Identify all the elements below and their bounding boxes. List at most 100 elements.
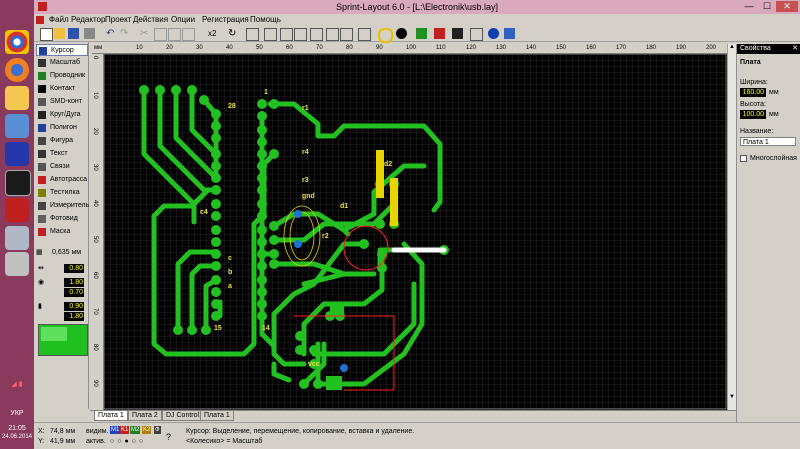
- gerber-icon[interactable]: [452, 28, 463, 39]
- minimize-button[interactable]: —: [740, 1, 758, 12]
- info-icon[interactable]: [488, 28, 499, 39]
- layer-color-preview[interactable]: [38, 324, 88, 356]
- tool-12[interactable]: Тестилка: [36, 187, 88, 199]
- layer-f[interactable]: Ф: [154, 426, 161, 434]
- chrome-icon[interactable]: [5, 30, 29, 54]
- pcb-canvas[interactable]: 28 1 15 14 c4 c b a d1 d2 gnd vcc r1 r2 …: [104, 54, 727, 410]
- tool-5[interactable]: SMD-конт: [36, 96, 88, 108]
- drc-icon[interactable]: [416, 28, 427, 39]
- help-icon[interactable]: ?: [166, 433, 171, 442]
- open-folder-icon[interactable]: [54, 28, 65, 39]
- folder-icon[interactable]: [5, 86, 29, 110]
- sprint-layout-icon[interactable]: [5, 198, 29, 222]
- console-icon[interactable]: [5, 170, 31, 196]
- tool-1[interactable]: Курсор: [36, 44, 88, 56]
- close-button[interactable]: ✕: [776, 1, 798, 12]
- snap-icon[interactable]: [358, 28, 371, 41]
- height-field[interactable]: 100.00: [740, 110, 766, 119]
- mask-icon: [38, 228, 46, 236]
- save-disk-icon[interactable]: [5, 142, 29, 166]
- active-layer-radios[interactable]: ○○●○○: [110, 437, 146, 446]
- scroll-up-icon[interactable]: ▲: [728, 44, 736, 52]
- tab-board-2[interactable]: Плата 2: [128, 411, 162, 421]
- pad-inner-field[interactable]: 0.70: [64, 288, 84, 297]
- tool-4[interactable]: Контакт: [36, 83, 88, 95]
- cut-icon[interactable]: ✂: [140, 28, 151, 39]
- print-icon[interactable]: [84, 28, 95, 39]
- tab-board-1[interactable]: Плата 1: [94, 411, 128, 421]
- tray-icons[interactable]: ◢ ▮: [0, 380, 34, 389]
- paste-icon[interactable]: [168, 28, 181, 41]
- tools-icon[interactable]: [5, 226, 29, 250]
- properties-title: Свойства: [737, 44, 800, 54]
- new-file-icon[interactable]: [40, 28, 53, 41]
- zoom-icon[interactable]: [378, 28, 393, 43]
- rotate-icon[interactable]: ↻: [228, 28, 239, 39]
- multilayer-checkbox[interactable]: [740, 155, 747, 162]
- tool-15[interactable]: Маска: [36, 226, 88, 238]
- tool-9[interactable]: Текст: [36, 148, 88, 160]
- group-icon[interactable]: [280, 28, 293, 41]
- align-icon[interactable]: [264, 28, 277, 41]
- undo-icon[interactable]: ↶: [106, 28, 117, 39]
- layer-k1[interactable]: K1: [120, 426, 130, 434]
- scroll-down-icon[interactable]: ▼: [728, 394, 736, 402]
- component-icon[interactable]: [310, 28, 323, 41]
- tool-8[interactable]: Фигура: [36, 135, 88, 147]
- tool-14[interactable]: Фотовид: [36, 213, 88, 225]
- title-bar[interactable]: Sprint-Layout 6.0 - [L:\Electronik\usb.l…: [34, 0, 800, 14]
- layer-m2[interactable]: M2: [130, 426, 141, 434]
- autoroute-icon[interactable]: [434, 28, 445, 39]
- language-indicator[interactable]: УКР: [0, 409, 34, 418]
- tool-2[interactable]: Масштаб: [36, 57, 88, 69]
- zoom-fit-icon[interactable]: [396, 28, 407, 39]
- track-width-field[interactable]: 0.80: [64, 264, 84, 273]
- menu-help[interactable]: Помощь: [247, 14, 284, 26]
- tool-7[interactable]: Полигон: [36, 122, 88, 134]
- layer-down-icon[interactable]: [340, 28, 353, 41]
- status-bar: X: 74,8 мм Y: 41,9 мм видим. актив. M1 K…: [34, 422, 800, 449]
- tab-board-1b[interactable]: Плата 1: [200, 411, 234, 421]
- layer-k2[interactable]: K2: [142, 426, 152, 434]
- menu-options[interactable]: Опции: [168, 14, 198, 26]
- vertical-scrollbar[interactable]: ▲ ▼: [727, 44, 736, 410]
- name-field[interactable]: Плата 1: [740, 137, 796, 146]
- tool-11[interactable]: Автотрасса: [36, 174, 88, 186]
- smd-height-field[interactable]: 1.80: [64, 312, 84, 321]
- copy-icon[interactable]: [154, 28, 167, 41]
- export-icon[interactable]: [470, 28, 483, 41]
- pad-outer-field[interactable]: 1.80: [64, 278, 84, 287]
- tool-13[interactable]: Измеритель: [36, 200, 89, 212]
- tool-3[interactable]: Проводник: [36, 70, 88, 82]
- menu-registration[interactable]: Регистрация: [199, 14, 252, 26]
- tool-6[interactable]: Круг/Дуга: [36, 109, 88, 121]
- grid-icon[interactable]: ▦: [36, 248, 43, 257]
- mirror-icon[interactable]: [246, 28, 259, 41]
- clock-time[interactable]: 21:05: [0, 424, 34, 433]
- pcb-drawing[interactable]: 28 1 15 14 c4 c b a d1 d2 gnd vcc r1 r2 …: [104, 54, 727, 410]
- properties-icon[interactable]: [504, 28, 515, 39]
- network-icon[interactable]: [5, 114, 29, 138]
- clock-date[interactable]: 24.06.2014: [0, 433, 34, 442]
- maximize-button[interactable]: ☐: [758, 1, 776, 12]
- firefox-icon[interactable]: [5, 58, 29, 82]
- tool-label: Маска: [50, 228, 71, 235]
- redo-icon[interactable]: ↷: [120, 28, 131, 39]
- save-icon[interactable]: [68, 28, 79, 39]
- close-panel-icon[interactable]: ✕: [792, 44, 798, 54]
- usb-icon[interactable]: [5, 252, 29, 276]
- document-icon[interactable]: [36, 16, 44, 24]
- pcb-label: r3: [302, 177, 309, 184]
- width-field[interactable]: 160.00: [740, 88, 766, 97]
- menu-actions[interactable]: Действия: [130, 14, 171, 26]
- track-width-icon: ⇹: [38, 265, 44, 272]
- ruler-left-tick: 60: [92, 272, 98, 279]
- layer-up-icon[interactable]: [326, 28, 339, 41]
- layer-m1[interactable]: M1: [110, 426, 121, 434]
- smd-width-field[interactable]: 0.90: [64, 302, 84, 311]
- ungroup-icon[interactable]: [294, 28, 307, 41]
- tool-10[interactable]: Связи: [36, 161, 88, 173]
- repeat-button[interactable]: x2: [208, 28, 224, 39]
- delete-icon[interactable]: [182, 28, 195, 41]
- grid-value[interactable]: 0,635 мм: [52, 248, 81, 257]
